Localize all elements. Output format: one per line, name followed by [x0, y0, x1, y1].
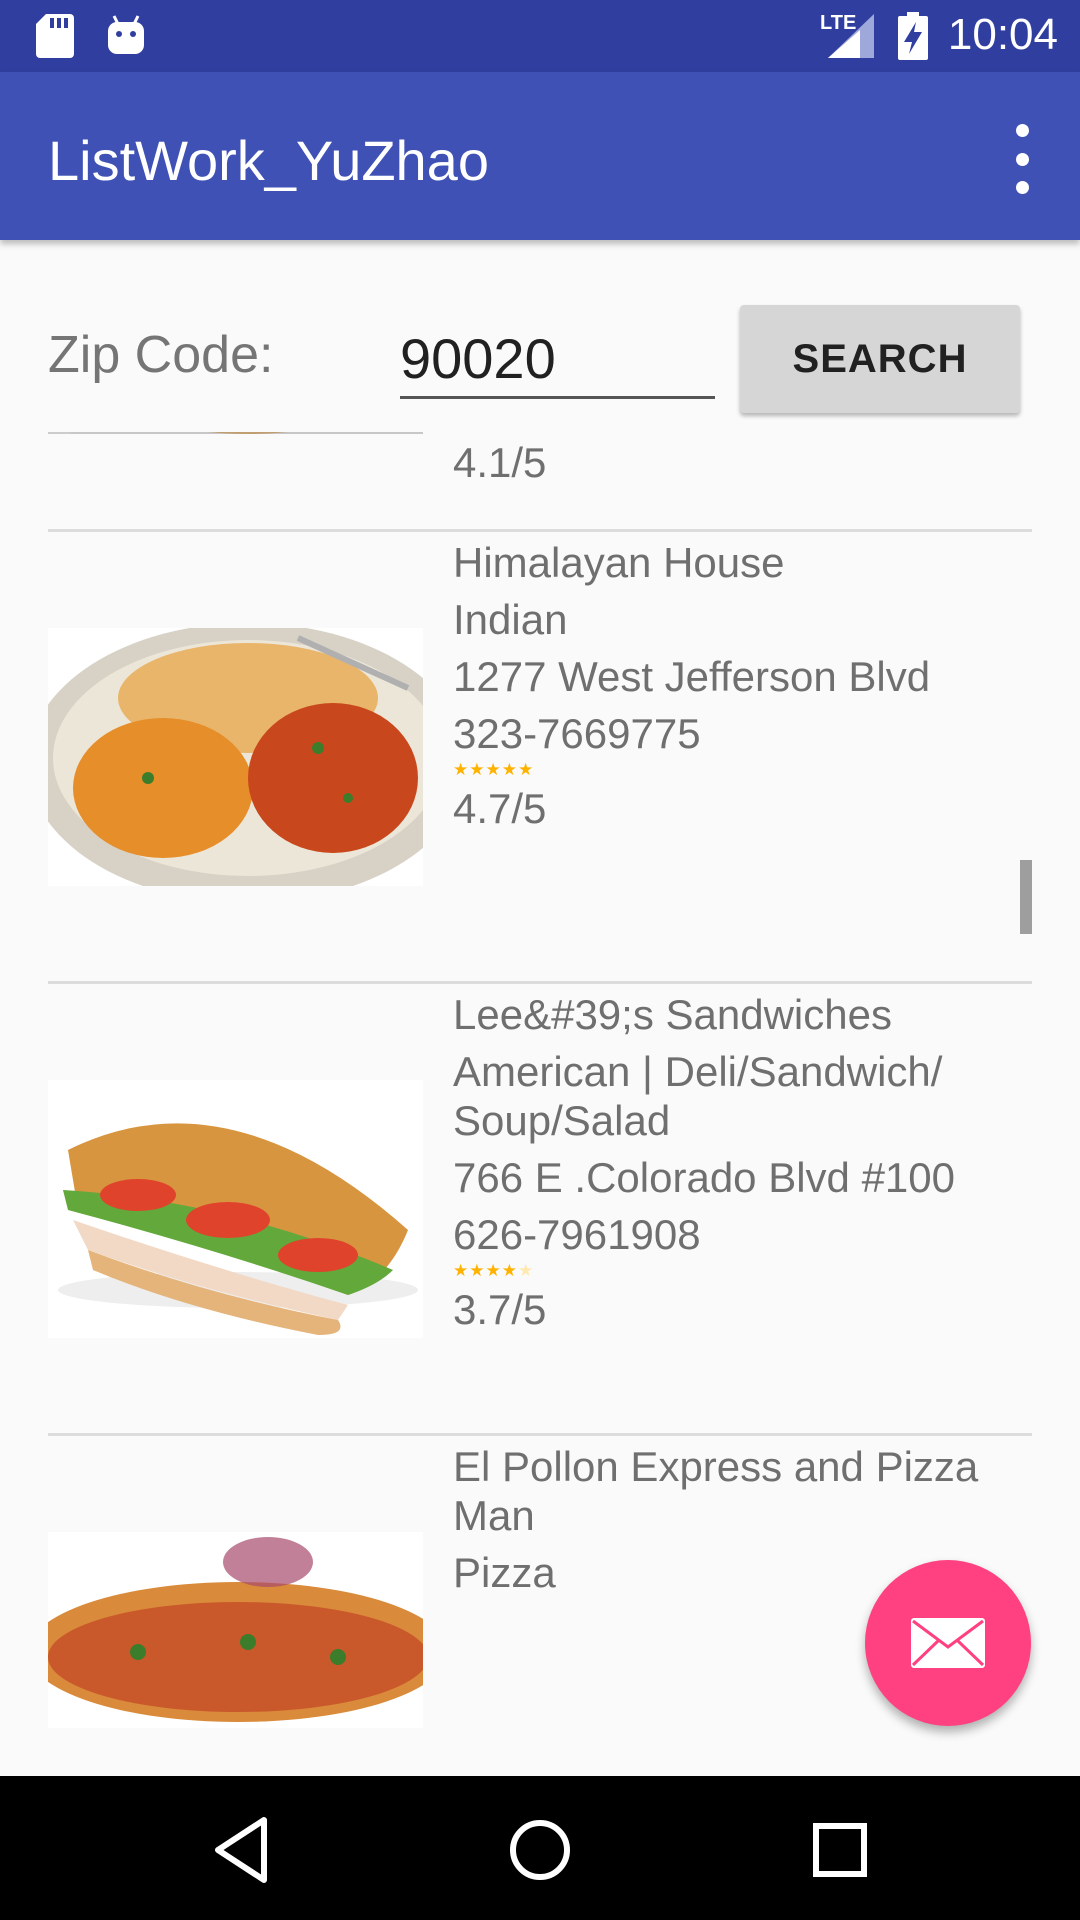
back-icon[interactable] [204, 1812, 280, 1888]
pizza-image [48, 1532, 423, 1728]
rating-text: 4.7/5 [453, 785, 547, 832]
restaurant-list[interactable]: ★★★★★ 4.1/5 [0, 432, 1080, 1728]
list-item[interactable]: Lee&#39;s Sandwiches American | Deli/San… [48, 984, 1032, 1436]
zip-code-input[interactable] [400, 320, 715, 399]
list-item[interactable]: Himalayan House Indian 1277 West Jeffers… [48, 532, 1032, 984]
sandwich-image [48, 1080, 423, 1338]
restaurant-name: El Pollon Express and Pizza Man [453, 1443, 979, 1539]
restaurant-name: Himalayan House [453, 539, 785, 586]
restaurant-address: 1277 West Jefferson Blvd [453, 653, 931, 700]
email-icon [911, 1618, 985, 1668]
rating-text: 4.1/5 [453, 439, 547, 486]
restaurant-name: Lee&#39;s Sandwiches [453, 991, 892, 1038]
list-item[interactable]: ★★★★★ 4.1/5 [48, 432, 1032, 532]
android-icon [108, 15, 144, 54]
app-title: ListWork_YuZhao [48, 129, 489, 192]
email-fab-button[interactable] [865, 1560, 1031, 1726]
sd-card-icon [36, 14, 74, 58]
recents-icon[interactable] [802, 1812, 878, 1888]
restaurant-phone: 626-7961908 [453, 1211, 701, 1258]
home-icon[interactable] [502, 1812, 578, 1888]
status-time: 10:04 [947, 10, 1058, 59]
more-vert-icon[interactable] [994, 124, 1050, 194]
navigation-bar [0, 1776, 1080, 1920]
restaurant-cuisine: American | Deli/Sandwich/ Soup/Salad [453, 1048, 943, 1144]
rating-stars: ★★★★★ [453, 1261, 535, 1280]
scrollbar-thumb[interactable] [1020, 860, 1032, 934]
search-button[interactable]: SEARCH [740, 305, 1020, 413]
indian-food-image [48, 628, 423, 886]
app-bar: ListWork_YuZhao [0, 72, 1080, 240]
rating-stars: ★★★★★ [453, 760, 535, 779]
battery-charging-icon [898, 12, 928, 60]
status-bar: LTE 10:04 [0, 0, 1080, 72]
restaurant-address: 766 E .Colorado Blvd #100 [453, 1154, 956, 1201]
rating-text: 3.7/5 [453, 1286, 547, 1333]
restaurant-phone: 323-7669775 [453, 710, 701, 757]
restaurant-cuisine: Indian [453, 596, 568, 643]
lte-signal-icon: LTE [820, 12, 874, 63]
curry-dish-image [48, 432, 423, 434]
zip-code-label: Zip Code: [48, 326, 274, 384]
